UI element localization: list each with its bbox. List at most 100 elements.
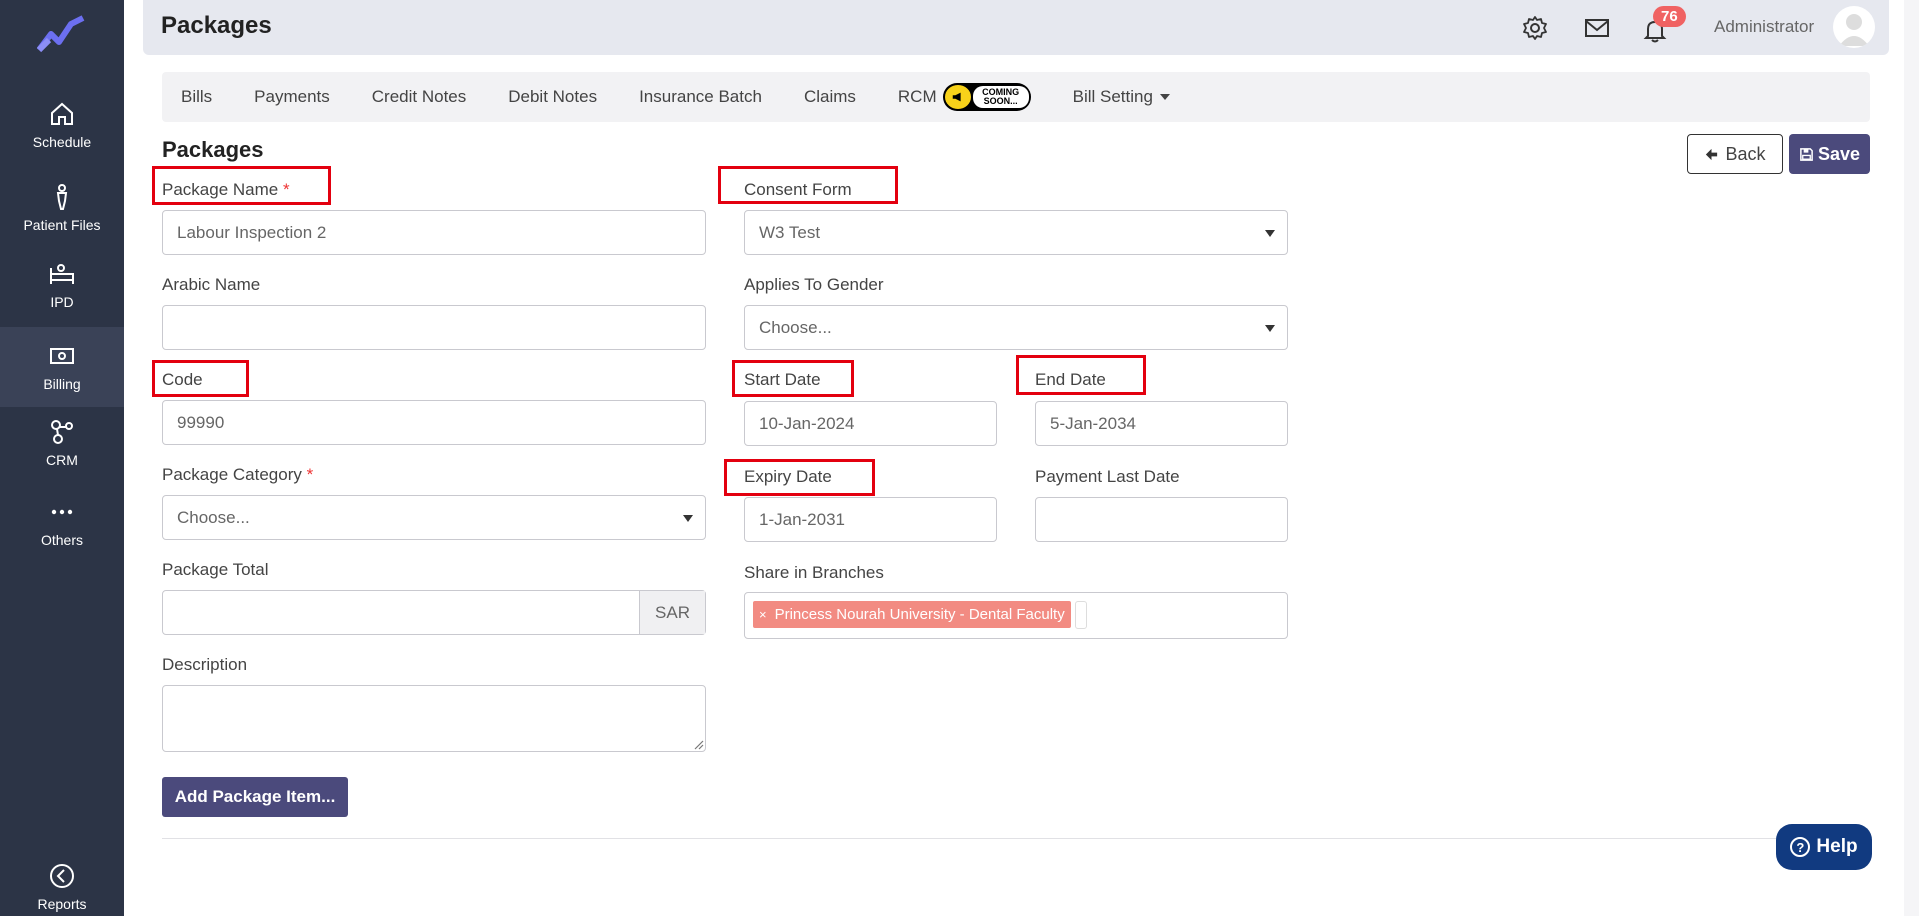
notification-badge: 76 <box>1653 6 1686 27</box>
package-total-label: Package Total <box>162 560 269 579</box>
tab-insurance-batch[interactable]: Insurance Batch <box>639 87 762 107</box>
applies-to-gender-select[interactable]: Choose... <box>744 305 1288 350</box>
tab-debit-notes[interactable]: Debit Notes <box>508 87 597 107</box>
sidebar-item-label: IPD <box>50 294 74 310</box>
multiselect-search-input[interactable] <box>1075 601 1087 629</box>
highlight-box-start-date <box>732 360 854 397</box>
back-button-label: Back <box>1725 143 1766 164</box>
save-button-label: Save <box>1817 143 1861 164</box>
highlight-box-expiry-date <box>724 459 875 496</box>
end-date-input[interactable]: 5-Jan-2034 <box>1035 401 1288 446</box>
currency-addon: SAR <box>639 591 705 634</box>
arabic-name-label: Arabic Name <box>162 275 261 294</box>
sidebar-item-label: Reports <box>37 896 87 912</box>
start-date-input[interactable]: 10-Jan-2024 <box>744 401 997 446</box>
share-in-branches-label: Share in Branches <box>744 563 884 582</box>
caret-down-icon <box>1265 325 1275 332</box>
sidebar-item-schedule[interactable]: Schedule <box>0 85 124 165</box>
coming-soon-badge: COMING SOON... <box>942 83 1031 111</box>
resize-handle-icon[interactable] <box>692 738 704 750</box>
page-scrollbar[interactable] <box>1904 0 1919 916</box>
avatar[interactable] <box>1833 6 1875 48</box>
help-button[interactable]: ? Help <box>1776 824 1872 870</box>
package-category-select[interactable]: Choose... <box>162 495 706 540</box>
dots-icon <box>51 509 73 515</box>
sidebar-item-label: Patient Files <box>23 217 101 233</box>
arabic-name-input[interactable] <box>162 305 706 350</box>
tab-bills[interactable]: Bills <box>181 87 212 107</box>
package-category-value: Choose... <box>177 507 250 527</box>
arrow-left-icon <box>1706 148 1718 160</box>
applies-to-gender-value: Choose... <box>759 317 832 337</box>
back-button[interactable]: Back <box>1687 134 1783 174</box>
crm-icon <box>51 420 73 444</box>
tab-claims[interactable]: Claims <box>804 87 856 107</box>
package-category-label: Package Category * <box>162 465 313 485</box>
sidebar-item-label: Others <box>40 532 83 548</box>
share-in-branches-multiselect[interactable]: × Princess Nourah University - Dental Fa… <box>744 592 1288 639</box>
add-package-item-button[interactable]: Add Package Item... <box>162 777 348 817</box>
remove-tag-icon[interactable]: × <box>759 607 767 622</box>
question-icon: ? <box>1790 837 1811 857</box>
page-title: Packages <box>161 12 272 39</box>
highlight-box-package-name <box>152 166 331 205</box>
divider <box>162 838 1870 839</box>
tab-bill-setting[interactable]: Bill Setting <box>1073 87 1170 107</box>
sidebar-item-others[interactable]: Others <box>0 483 124 563</box>
help-button-label: Help <box>1816 836 1858 857</box>
gear-icon[interactable] <box>1521 14 1549 42</box>
caret-down-icon <box>1265 230 1275 237</box>
coming-soon-line2: SOON... <box>983 96 1018 106</box>
required-marker: * <box>306 465 314 484</box>
package-name-input[interactable]: Labour Inspection 2 <box>162 210 706 255</box>
money-icon <box>50 348 74 364</box>
mail-icon[interactable] <box>1583 14 1611 42</box>
consent-form-select[interactable]: W3 Test <box>744 210 1288 255</box>
sidebar-item-ipd[interactable]: IPD <box>0 245 124 325</box>
sidebar-item-label: Billing <box>43 376 81 392</box>
branch-tag-label: Princess Nourah University - Dental Facu… <box>774 606 1065 623</box>
package-category-label-text: Package Category <box>162 465 302 484</box>
consent-form-value: W3 Test <box>759 222 821 242</box>
sidebar-item-patient-files[interactable]: Patient Files <box>0 168 124 248</box>
sidebar-item-label: Schedule <box>32 134 92 150</box>
app-logo-icon[interactable] <box>37 14 87 54</box>
user-name[interactable]: Administrator <box>1714 17 1814 37</box>
payment-last-date-label: Payment Last Date <box>1035 467 1180 486</box>
sidebar: Schedule Patient Files IPD Billing CRM O… <box>0 0 124 916</box>
save-button[interactable]: Save <box>1789 134 1870 174</box>
form-title: Packages <box>162 137 264 162</box>
home-icon <box>51 102 73 125</box>
highlight-box-end-date <box>1016 355 1146 395</box>
bed-icon <box>50 264 74 284</box>
description-textarea[interactable] <box>162 685 706 752</box>
description-label: Description <box>162 655 248 674</box>
package-total-input[interactable]: SAR <box>162 590 706 635</box>
sidebar-item-label: CRM <box>46 452 78 468</box>
sidebar-item-crm[interactable]: CRM <box>0 403 124 483</box>
chevron-down-icon <box>1159 94 1170 100</box>
tab-rcm[interactable]: RCM COMING SOON... <box>898 83 1031 111</box>
top-header: Packages 76 Administrator <box>143 0 1889 55</box>
sidebar-item-reports[interactable]: Reports <box>0 852 124 916</box>
reports-icon <box>50 864 74 888</box>
highlight-box-consent-form <box>718 166 898 204</box>
applies-to-gender-label: Applies To Gender <box>744 275 884 294</box>
floppy-disk-icon <box>1800 147 1813 161</box>
expiry-date-input[interactable]: 1-Jan-2031 <box>744 497 997 542</box>
caret-down-icon <box>683 515 693 522</box>
code-input[interactable]: 99990 <box>162 400 706 445</box>
billing-tabs: Bills Payments Credit Notes Debit Notes … <box>162 72 1870 122</box>
payment-last-date-input[interactable] <box>1035 497 1288 542</box>
tab-bill-setting-label: Bill Setting <box>1072 87 1153 106</box>
branch-tag: × Princess Nourah University - Dental Fa… <box>753 601 1071 628</box>
tab-payments[interactable]: Payments <box>254 87 330 107</box>
sidebar-item-billing[interactable]: Billing <box>0 327 124 407</box>
coming-soon-text: COMING SOON... <box>972 86 1029 108</box>
person-icon <box>56 184 68 210</box>
user-avatar-icon <box>1839 14 1869 46</box>
megaphone-icon <box>944 85 971 109</box>
highlight-box-code <box>152 360 249 397</box>
tab-rcm-label: RCM <box>897 87 937 106</box>
tab-credit-notes[interactable]: Credit Notes <box>372 87 466 107</box>
